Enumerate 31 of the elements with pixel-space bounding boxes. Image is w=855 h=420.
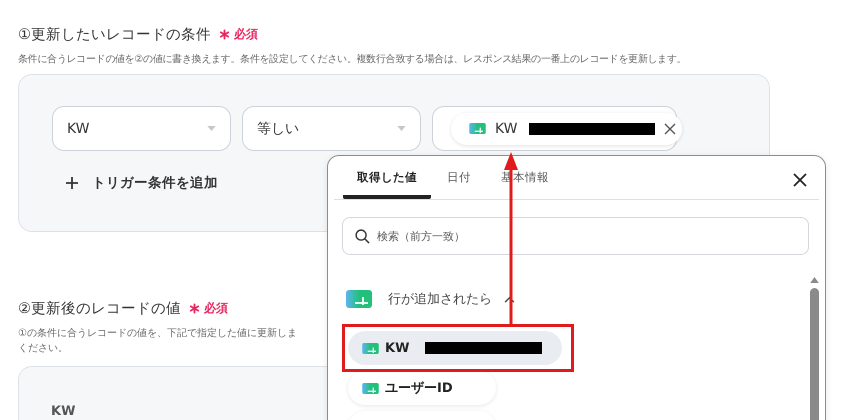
- popup-tab[interactable]: 取得した値: [343, 156, 431, 199]
- section-title: ①更新したいレコードの条件: [18, 26, 211, 44]
- asterisk-icon: [189, 302, 200, 314]
- popup-tab[interactable]: 日付: [433, 156, 485, 199]
- close-icon[interactable]: [793, 173, 807, 187]
- section-description: 条件に合うレコードの値を②の値に書き換えます。条件を設定してください。複数行合致する場合は、レスポンス結果の一番上のレコードを更新します。: [18, 52, 688, 66]
- dropdown-caret-icon: [207, 126, 216, 131]
- value-chip[interactable]: KW: [451, 112, 682, 144]
- required-label: 必須: [204, 300, 228, 316]
- search-field[interactable]: 検索（前方一致）: [342, 217, 809, 255]
- section-description: ①の条件に合うレコードの値を、下記で指定した値に更新しま: [18, 326, 298, 341]
- list-item[interactable]: KW: [348, 331, 562, 365]
- field-label: KW: [51, 404, 76, 419]
- sheet-icon: [362, 342, 379, 354]
- sheet-icon: [362, 382, 379, 394]
- scroll-up-icon[interactable]: [810, 277, 818, 283]
- plus-icon: [66, 177, 78, 189]
- close-icon[interactable]: [664, 122, 676, 134]
- section-description: ください。: [18, 342, 69, 356]
- field-select[interactable]: KW: [52, 106, 231, 151]
- add-condition-button[interactable]: トリガー条件を追加: [66, 174, 218, 192]
- sheet-icon: [346, 290, 372, 308]
- dropdown-caret-icon: [397, 126, 406, 131]
- asterisk-icon: [219, 28, 230, 40]
- chip-label: KW: [495, 120, 518, 136]
- section-title: ②更新後のレコードの値: [18, 300, 181, 318]
- sheet-icon: [469, 123, 486, 134]
- list-item[interactable]: ユーザーID: [348, 371, 496, 405]
- operator-select[interactable]: 等しい: [242, 106, 421, 151]
- required-label: 必須: [234, 26, 258, 42]
- group-header[interactable]: 行が追加されたら: [346, 286, 809, 312]
